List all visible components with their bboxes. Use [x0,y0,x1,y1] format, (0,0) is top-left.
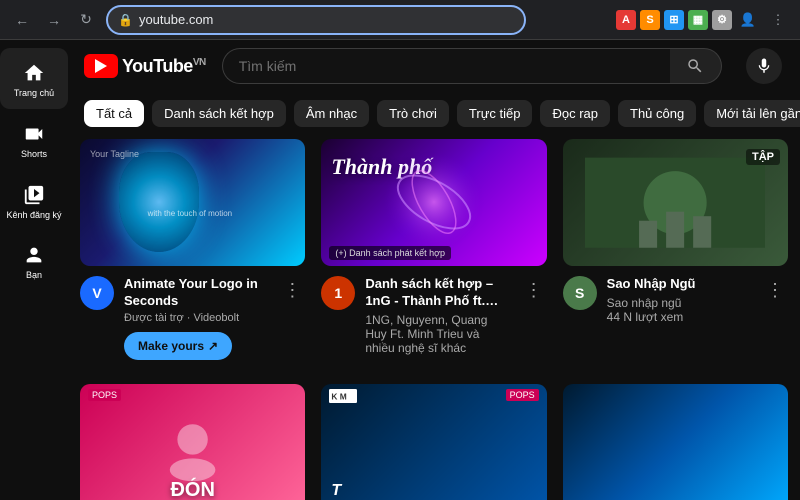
video-card[interactable]: TẬP S Sao Nhập Ngũ Sao nhập ngũ44 N lượt x… [563,139,788,360]
search-button[interactable] [670,48,722,84]
play-triangle [95,59,107,73]
filter-chip-2[interactable]: Âm nhạc [294,100,369,127]
channel-avatar: S [563,276,597,310]
video-card[interactable]: POPS ĐÓN PĐónPOPS Music⋮ [80,384,305,500]
svg-text:K M: K M [332,391,347,401]
video-menu-dots[interactable]: ⋮ [762,276,788,324]
video-channel: Sao nhập ngũ [607,296,752,310]
sidebar-item-subscriptions[interactable]: Kênh đăng ký [0,170,68,231]
address-bar[interactable]: 🔒 youtube.com [106,5,526,35]
browser-chrome: ← → ↻ 🔒 youtube.com A S ⊞ ▦ ⚙ 👤 ⋮ [0,0,800,40]
channel-avatar: V [80,276,114,310]
sidebar-item-shorts[interactable]: Shorts [0,109,68,170]
video-card[interactable]: Thành phố (+) Danh sách phát kết hợp 1Da… [321,139,546,360]
video-meta: 1 Danh sách kết hợp – 1nG - Thành Phố ft.… [321,276,546,355]
video-card[interactable]: CVideo 6Channel 6⋮ [563,384,788,500]
profile-button[interactable]: 👤 [734,6,762,34]
search-input[interactable] [222,48,670,84]
filter-chip-7[interactable]: Mới tải lên gần đây [704,100,800,127]
video-card[interactable]: with the touch of motion Your Tagline VA… [80,139,305,360]
video-meta: S Sao Nhập Ngũ Sao nhập ngũ44 N lượt xem ⋮ [563,276,788,324]
sponsored-label: Được tài trợ · Videobolt [124,312,269,324]
filter-chip-0[interactable]: Tất cả [84,100,144,127]
home-icon [23,62,45,84]
sidebar-shorts-label: Shorts [21,149,47,160]
header: YouTubeVN [68,40,800,92]
main-content: YouTubeVN Tất cả Danh sách kết hợp Âm nhạc… [68,40,800,500]
ext-icon-5[interactable]: ⚙ [712,10,732,30]
browser-actions: A S ⊞ ▦ ⚙ 👤 ⋮ [616,6,792,34]
sidebar-home-label: Trang chủ [14,88,54,99]
nav-buttons: ← → ↻ [8,6,100,34]
subscriptions-icon [23,184,45,206]
video-title: Danh sách kết hợp – 1nG - Thành Phố ft. … [365,276,510,310]
ext-icon-3[interactable]: ⊞ [664,10,684,30]
video-row-1: with the touch of motion Your Tagline VA… [80,139,788,360]
ext-icon-2[interactable]: S [640,10,660,30]
youtube-logo[interactable]: YouTubeVN [84,54,206,78]
lock-icon: 🔒 [118,13,133,27]
make-yours-button[interactable]: Make yours ↗ [124,332,232,360]
video-info: Animate Your Logo in Seconds Được tài trợ… [124,276,269,360]
sidebar-you-label: Bạn [26,270,42,281]
video-title: Animate Your Logo in Seconds [124,276,269,310]
ext-icon-4[interactable]: ▦ [688,10,708,30]
refresh-button[interactable]: ↻ [72,6,100,34]
youtube-app: Trang chủ Shorts Kênh đăng ký Bạn [0,40,800,500]
menu-button[interactable]: ⋮ [764,6,792,34]
video-channel: 1NG, Nguyenn, Quang Huy Ft. Minh Trieu v… [365,313,510,355]
video-menu-dots[interactable]: ⋮ [279,276,305,360]
mic-button[interactable] [746,48,782,84]
youtube-logo-icon [84,54,118,78]
filter-bar: Tất cả Danh sách kết hợp Âm nhạc Trò chơi Tr… [68,92,800,139]
video-meta: V Animate Your Logo in Seconds Được tài tr… [80,276,305,360]
filter-chip-6[interactable]: Thủ công [618,100,696,127]
video-card[interactable]: K M POPS T TThànhChannel 5⋮ [321,384,546,500]
extension-icons: A S ⊞ ▦ ⚙ [616,10,732,30]
video-stats: 44 N lượt xem [607,310,752,324]
shorts-icon [23,123,45,145]
channel-avatar: 1 [321,276,355,310]
filter-chip-3[interactable]: Trò chơi [377,100,449,127]
sidebar-item-home[interactable]: Trang chủ [0,48,68,109]
video-title: Sao Nhập Ngũ [607,276,752,293]
search-bar [222,48,722,84]
back-button[interactable]: ← [8,6,36,34]
youtube-logo-text: YouTubeVN [122,56,206,77]
video-info: Danh sách kết hợp – 1nG - Thành Phố ft. … [365,276,510,355]
video-menu-dots[interactable]: ⋮ [521,276,547,355]
filter-chip-1[interactable]: Danh sách kết hợp [152,100,286,127]
tap-label: TẬP [746,149,780,165]
url-text: youtube.com [139,12,213,27]
filter-chip-4[interactable]: Trực tiếp [457,100,533,127]
you-icon [23,244,45,266]
forward-button[interactable]: → [40,6,68,34]
sidebar-item-you[interactable]: Bạn [0,230,68,291]
sidebar: Trang chủ Shorts Kênh đăng ký Bạn [0,40,68,500]
video-grid: with the touch of motion Your Tagline VA… [68,139,800,500]
video-row-2: POPS ĐÓN PĐónPOPS Music⋮ K M POPS T TThà… [80,384,788,500]
ext-icon-1[interactable]: A [616,10,636,30]
sidebar-subscriptions-label: Kênh đăng ký [6,210,61,221]
video-info: Sao Nhập Ngũ Sao nhập ngũ44 N lượt xem [607,276,752,324]
filter-chip-5[interactable]: Đọc rap [540,100,610,127]
